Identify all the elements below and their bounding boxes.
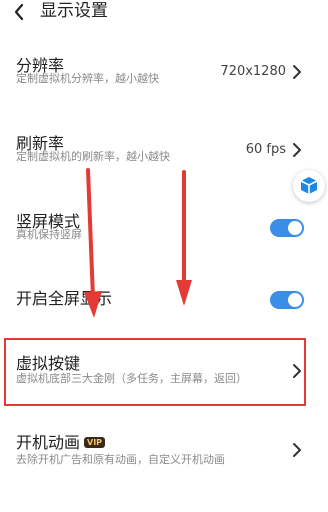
floating-cube-button[interactable] [293,170,325,202]
chevron-right-icon [293,65,301,79]
resolution-subtitle: 定制虚拟机分辨率，越小越快 [16,72,159,85]
resolution-value: 720x1280 [220,64,286,79]
vip-badge: VIP [84,437,106,448]
setting-row-refresh-rate[interactable]: 刷新率 定制虚拟机的刷新率，越小越快 60 fps [0,126,328,176]
fullscreen-title: 开启全屏显示 [16,289,113,308]
page-title: 显示设置 [40,1,108,21]
highlight-box [4,338,306,406]
refresh-rate-value: 60 fps [245,142,286,157]
fullscreen-toggle[interactable] [270,291,304,309]
chevron-right-icon [293,143,301,157]
chevron-right-icon [293,443,301,457]
boot-animation-title: 开机动画 [16,433,81,452]
toggle-knob [288,293,302,307]
refresh-rate-subtitle: 定制虚拟机的刷新率，越小越快 [16,150,170,163]
portrait-toggle[interactable] [270,219,304,237]
setting-row-boot-animation[interactable]: 开机动画 VIP 去除开机广告和原有动画，自定义开机动画 [0,428,328,478]
setting-row-portrait: 竖屏模式 真机保持竖屏 [0,204,328,254]
boot-animation-title-line: 开机动画 VIP [16,433,106,453]
setting-row-resolution[interactable]: 分辨率 定制虚拟机分辨率，越小越快 720x1280 [0,48,328,98]
header-bar: 显示设置 [0,0,328,26]
toggle-knob [288,221,302,235]
cube-icon [300,177,318,194]
portrait-subtitle: 真机保持竖屏 [16,228,82,241]
boot-animation-subtitle: 去除开机广告和原有动画，自定义开机动画 [16,453,225,466]
back-arrow-icon[interactable] [10,2,30,22]
setting-row-fullscreen: 开启全屏显示 [0,282,328,318]
